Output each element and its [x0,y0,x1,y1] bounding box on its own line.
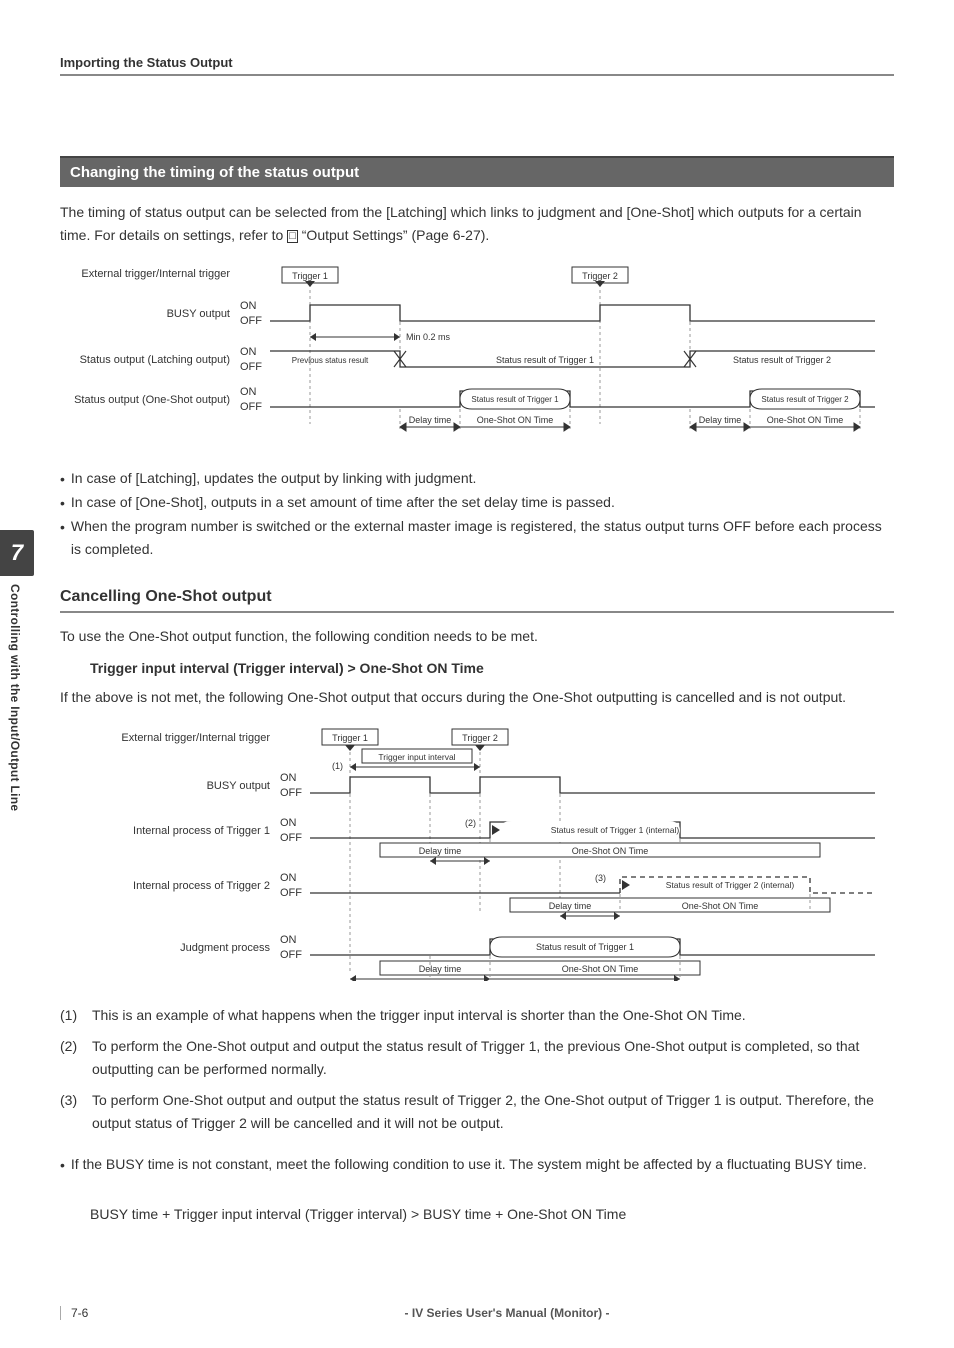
numbered-list: (1) This is an example of what happens wh… [60,1004,894,1135]
svg-text:Status result of Trigger 1: Status result of Trigger 1 [536,942,634,952]
chapter-number: 7 [0,530,34,576]
svg-text:Trigger input interval: Trigger input interval [378,752,455,762]
subheading-cancel: Cancelling One-Shot output [60,588,894,613]
d2-bubble-sr1i: Status result of Trigger 1 (internal) [500,821,680,839]
footer-title: - IV Series User's Manual (Monitor) - [120,1306,894,1320]
svg-text:One-Shot ON Time: One-Shot ON Time [572,846,649,856]
svg-text:OFF: OFF [240,315,262,327]
svg-text:Judgment process: Judgment process [180,942,270,954]
page-header: Importing the Status Output [60,55,894,76]
svg-text:Trigger 2: Trigger 2 [582,271,618,281]
busy-note-block: •If the BUSY time is not constant, meet … [60,1153,894,1177]
svg-text:Status result of Trigger 1: Status result of Trigger 1 [471,395,559,404]
chapter-label: Controlling with the Input/Output Line [0,576,30,819]
svg-text:OFF: OFF [280,949,302,961]
svg-text:BUSY output: BUSY output [207,780,270,792]
svg-text:Status result of Trigger 1: Status result of Trigger 1 [496,355,594,365]
svg-text:ON: ON [240,300,257,312]
svg-text:OFF: OFF [240,361,262,373]
svg-text:ON: ON [280,872,297,884]
svg-text:OFF: OFF [280,832,302,844]
busy-condition: BUSY time + Trigger input interval (Trig… [90,1203,894,1226]
svg-text:Trigger 2: Trigger 2 [462,733,498,743]
bullet-text: In case of [Latching], updates the outpu… [71,467,476,491]
svg-text:ON: ON [280,934,297,946]
num-text: This is an example of what happens when … [92,1004,746,1027]
d1-row-busy: BUSY output [167,308,230,320]
svg-text:Delay time: Delay time [549,901,592,911]
svg-text:Trigger 1: Trigger 1 [292,271,328,281]
num-label: (3) [60,1089,86,1135]
num-label: (1) [60,1004,86,1027]
svg-text:Delay time: Delay time [409,415,452,425]
section2-p2: If the above is not met, the following O… [60,686,894,709]
book-icon: □ [287,230,298,243]
num-label: (2) [60,1035,86,1081]
d1-row-latch: Status output (Latching output) [80,354,230,366]
d1-row-oneshot: Status output (One-Shot output) [74,394,230,406]
d1-bubble-2: Status result of Trigger 2 [750,389,860,409]
svg-text:One-Shot ON Time: One-Shot ON Time [682,901,759,911]
svg-text:Status result of Trigger 1 (in: Status result of Trigger 1 (internal) [551,825,680,835]
page-number: 7-6 [60,1306,120,1320]
d1-row-ext: External trigger/Internal trigger [81,268,230,280]
svg-text:ON: ON [240,386,257,398]
section-heading-timing: Changing the timing of the status output [60,156,894,187]
intro-text-ref: “Output Settings” (Page 6-27). [302,227,490,243]
svg-text:(2): (2) [465,818,476,828]
bullet-text: In case of [One-Shot], outputs in a set … [71,491,615,515]
svg-text:External trigger/Internal trig: External trigger/Internal trigger [121,732,270,744]
svg-text:Trigger 1: Trigger 1 [332,733,368,743]
svg-text:Internal process of Trigger 2: Internal process of Trigger 2 [133,880,270,892]
svg-text:OFF: OFF [280,887,302,899]
busy-note: If the BUSY time is not constant, meet t… [71,1153,867,1177]
bullet-dot: • [60,1153,65,1177]
num-text: To perform One-Shot output and output th… [92,1089,894,1135]
svg-text:Delay time: Delay time [699,415,742,425]
section1-intro: The timing of status output can be selec… [60,201,894,247]
num-text: To perform the One-Shot output and outpu… [92,1035,894,1081]
svg-text:(1): (1) [332,761,343,771]
bullet-dot: • [60,491,65,515]
chapter-tab: 7 Controlling with the Input/Output Line [0,530,34,819]
svg-text:Status result of Trigger 2: Status result of Trigger 2 [761,395,849,404]
bullet-text: When the program number is switched or t… [71,515,894,561]
svg-text:ON: ON [240,346,257,358]
bullet-dot: • [60,515,65,561]
svg-text:Previous status result: Previous status result [292,356,369,365]
section2-condition: Trigger input interval (Trigger interval… [90,660,894,676]
svg-text:Delay time: Delay time [419,846,462,856]
svg-text:Status result of Trigger 2 (in: Status result of Trigger 2 (internal) [666,880,795,890]
svg-text:One-Shot ON Time: One-Shot ON Time [477,415,554,425]
svg-text:ON: ON [280,817,297,829]
section1-bullets: •In case of [Latching], updates the outp… [60,467,894,561]
svg-text:(3): (3) [595,873,606,883]
svg-text:OFF: OFF [280,787,302,799]
d2-bubble-sr1: Status result of Trigger 1 [490,937,680,957]
header-title: Importing the Status Output [60,55,894,70]
page-footer: 7-6 - IV Series User's Manual (Monitor) … [60,1306,894,1320]
d1-bubble-1: Status result of Trigger 1 [460,389,570,409]
bullet-dot: • [60,467,65,491]
section2-p1: To use the One-Shot output function, the… [60,625,894,648]
svg-text:ON: ON [280,772,297,784]
timing-diagram-1: External trigger/Internal trigger BUSY o… [60,259,894,449]
timing-diagram-2: External trigger/Internal trigger BUSY o… [60,721,894,986]
svg-text:Status result of Trigger 2: Status result of Trigger 2 [733,355,831,365]
svg-text:OFF: OFF [240,401,262,413]
svg-text:Internal process of Trigger 1: Internal process of Trigger 1 [133,825,270,837]
svg-text:Delay time: Delay time [419,964,462,974]
svg-text:One-Shot ON Time: One-Shot ON Time [767,415,844,425]
svg-text:Min 0.2 ms: Min 0.2 ms [406,332,451,342]
header-rule [60,74,894,76]
svg-text:One-Shot ON Time: One-Shot ON Time [562,964,639,974]
